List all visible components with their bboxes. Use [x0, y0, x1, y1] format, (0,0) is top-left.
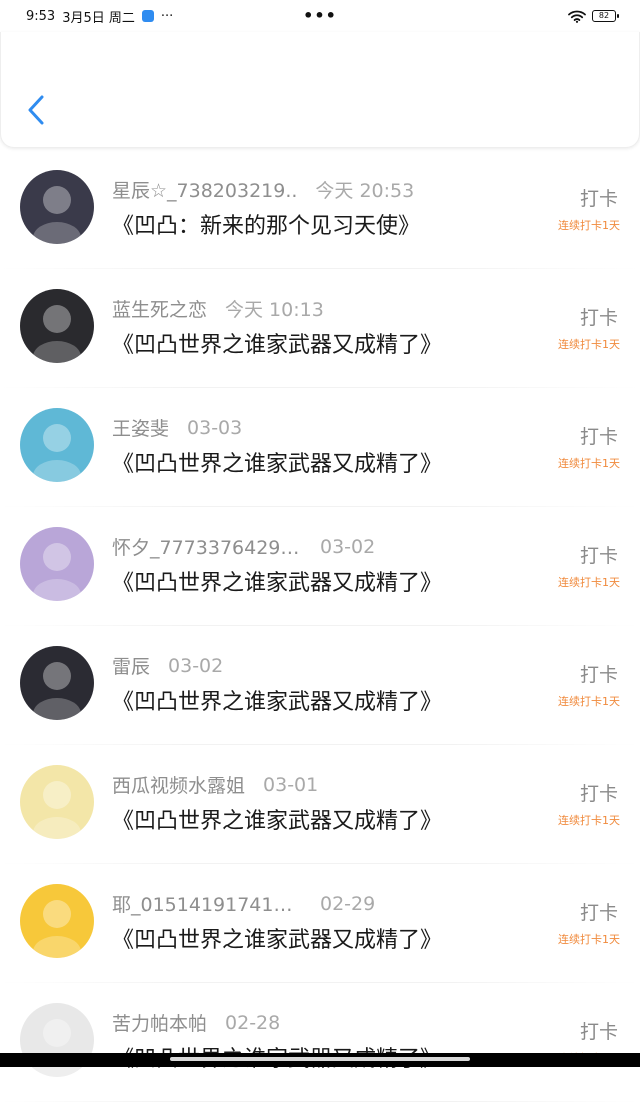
streak-label: 连续打卡1天 — [558, 338, 620, 351]
multitask-dots-icon[interactable]: ••• — [0, 8, 640, 24]
checkin-label: 打卡 — [579, 783, 618, 805]
post-time: 今天 10:13 — [225, 299, 324, 321]
list-item[interactable]: 耶_01514191741126... 02-29 《凹凸世界之谁家武器又成精了… — [0, 864, 640, 983]
streak-label: 连续打卡1天 — [558, 933, 620, 946]
checkin-label: 打卡 — [579, 664, 618, 686]
post-time: 02-29 — [320, 892, 376, 915]
checkin-label: 打卡 — [579, 902, 618, 924]
streak-label: 连续打卡1天 — [558, 219, 620, 232]
post-time: 03-02 — [320, 535, 376, 558]
list-item[interactable]: 王姿斐 03-03 《凹凸世界之谁家武器又成精了》 打卡 连续打卡1天 — [0, 388, 640, 507]
avatar[interactable] — [20, 170, 94, 244]
book-title[interactable]: 《凹凸世界之谁家武器又成精了》 — [112, 327, 442, 359]
avatar-image — [20, 289, 94, 363]
item-meta: 王姿斐 03-03 — [112, 414, 242, 441]
checkin-label: 打卡 — [579, 1021, 618, 1043]
avatar-image — [20, 170, 94, 244]
list-item[interactable]: 星辰☆_738203219.. 今天 20:53 《凹凸：新来的那个见习天使》 … — [0, 150, 640, 269]
user-name[interactable]: 怀夕_77733764293.. — [112, 533, 302, 560]
battery-icon: 82 — [592, 10, 619, 22]
avatar[interactable] — [20, 884, 94, 958]
avatar-image — [20, 527, 94, 601]
checkin-label: 打卡 — [579, 307, 618, 329]
list-item[interactable]: 雷辰 03-02 《凹凸世界之谁家武器又成精了》 打卡 连续打卡1天 — [0, 626, 640, 745]
item-meta: 雷辰 03-02 — [112, 652, 223, 679]
item-meta: 苦力帕本帕 02-28 — [112, 1009, 280, 1036]
user-name[interactable]: 蓝生死之恋 — [112, 295, 207, 322]
book-title[interactable]: 《凹凸世界之谁家武器又成精了》 — [112, 565, 442, 597]
post-time: 03-01 — [263, 773, 319, 796]
streak-label: 连续打卡1天 — [558, 457, 620, 470]
post-time: 今天 20:53 — [315, 180, 415, 202]
checkin-label: 打卡 — [579, 426, 618, 448]
item-meta: 怀夕_77733764293.. 03-02 — [112, 533, 375, 560]
list-item[interactable]: 苦力帕本帕 02-28 《凹凸世界之谁家武器又成精了》 打卡 连续打卡1天 — [0, 983, 640, 1102]
item-meta: 西瓜视频水露姐 03-01 — [112, 771, 318, 798]
checkin-list: 星辰☆_738203219.. 今天 20:53 《凹凸：新来的那个见习天使》 … — [0, 150, 640, 1102]
book-title[interactable]: 《凹凸世界之谁家武器又成精了》 — [112, 922, 442, 954]
system-nav-bar — [0, 1053, 640, 1067]
avatar[interactable] — [20, 289, 94, 363]
book-title[interactable]: 《凹凸世界之谁家武器又成精了》 — [112, 446, 442, 478]
checkin-label: 打卡 — [579, 545, 618, 567]
avatar-image — [20, 408, 94, 482]
post-time: 02-28 — [225, 1011, 281, 1034]
top-header — [0, 32, 640, 148]
book-title[interactable]: 《凹凸世界之谁家武器又成精了》 — [112, 803, 442, 835]
back-button[interactable] — [21, 92, 51, 128]
book-title[interactable]: 《凹凸：新来的那个见习天使》 — [112, 208, 420, 240]
avatar-image — [20, 765, 94, 839]
avatar[interactable] — [20, 765, 94, 839]
list-item[interactable]: 蓝生死之恋 今天 10:13 《凹凸世界之谁家武器又成精了》 打卡 连续打卡1天 — [0, 269, 640, 388]
streak-label: 连续打卡1天 — [558, 814, 620, 827]
post-time: 03-02 — [168, 654, 224, 677]
user-name[interactable]: 耶_01514191741126... — [112, 890, 302, 917]
user-name[interactable]: 西瓜视频水露姐 — [112, 771, 245, 798]
home-indicator[interactable] — [170, 1057, 470, 1061]
post-time: 03-03 — [187, 416, 243, 439]
list-item[interactable]: 西瓜视频水露姐 03-01 《凹凸世界之谁家武器又成精了》 打卡 连续打卡1天 — [0, 745, 640, 864]
checkin-label: 打卡 — [579, 188, 618, 210]
item-meta: 星辰☆_738203219.. 今天 20:53 — [112, 176, 414, 203]
avatar-image — [20, 884, 94, 958]
streak-label: 连续打卡1天 — [558, 695, 620, 708]
status-bar: 9:53 3月5日 周二 ··· ••• 82 — [0, 0, 640, 32]
user-name[interactable]: 王姿斐 — [112, 414, 169, 441]
book-title[interactable]: 《凹凸世界之谁家武器又成精了》 — [112, 684, 442, 716]
avatar[interactable] — [20, 527, 94, 601]
item-meta: 蓝生死之恋 今天 10:13 — [112, 295, 324, 322]
avatar-image — [20, 646, 94, 720]
user-name[interactable]: 雷辰 — [112, 652, 150, 679]
chevron-left-icon — [28, 95, 44, 125]
avatar[interactable] — [20, 646, 94, 720]
item-meta: 耶_01514191741126... 02-29 — [112, 890, 375, 917]
user-name[interactable]: 星辰☆_738203219.. — [112, 176, 297, 203]
avatar[interactable] — [20, 408, 94, 482]
user-name[interactable]: 苦力帕本帕 — [112, 1009, 207, 1036]
list-item[interactable]: 怀夕_77733764293.. 03-02 《凹凸世界之谁家武器又成精了》 打… — [0, 507, 640, 626]
streak-label: 连续打卡1天 — [558, 576, 620, 589]
